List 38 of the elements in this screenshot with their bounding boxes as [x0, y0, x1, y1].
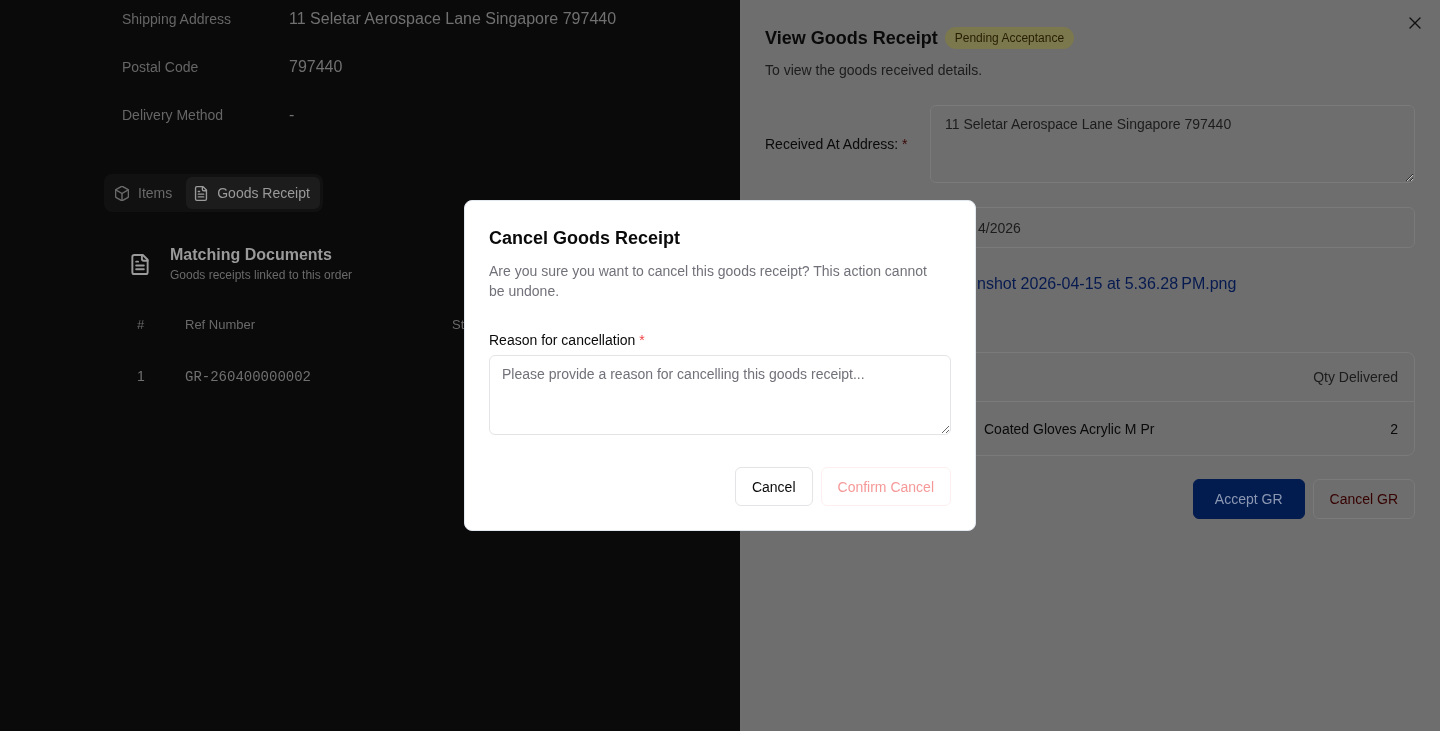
- table-cell-text: Coated Gloves Acrylic M Pr: [983, 420, 1155, 437]
- dialog-title: Cancel Goods Receipt: [489, 227, 682, 250]
- box-icon: [115, 185, 129, 201]
- field-label: Received At Address:: [765, 136, 899, 152]
- section-title: Matching Documents: [170, 246, 332, 264]
- cancel-button[interactable]: Cancel: [734, 467, 813, 506]
- status-badge: Pending Acceptance: [944, 27, 1075, 49]
- attachment-link[interactable]: nshot 2026-04-15 at 5.36.28 PM.png: [977, 275, 1237, 292]
- detail-label: Postal Code: [122, 59, 199, 75]
- detail-value: 11 Seletar Aerospace Lane Singapore 797440: [289, 10, 617, 28]
- column-header: #: [137, 317, 145, 332]
- detail-value: 797440: [289, 58, 343, 76]
- table-cell: 2: [1390, 420, 1398, 437]
- close-icon: [1409, 17, 1421, 29]
- column-header: St: [452, 317, 465, 332]
- dialog-message: Are you sure you want to cancel this goods receipt? This action cannot be undone.: [489, 262, 928, 301]
- required-mark: *: [639, 331, 645, 350]
- tab[interactable]: Goods Receipt: [186, 177, 320, 209]
- document-icon: [194, 185, 209, 201]
- table-cell: GR-260400000002: [185, 369, 312, 385]
- close-button[interactable]: [1409, 17, 1421, 29]
- panel-subtitle: To view the goods received details.: [765, 61, 984, 80]
- document-icon: [131, 253, 149, 275]
- reason-field[interactable]: Please provide a reason for cancelling this goods receipt...: [489, 355, 951, 435]
- field-label: Reason for cancellation: [489, 331, 636, 350]
- column-header: Ref Number: [185, 317, 256, 332]
- column-header: Qty Delivered: [1313, 369, 1398, 385]
- detail-label: Delivery Method: [122, 107, 224, 123]
- detail-label: Shipping Address: [122, 11, 231, 27]
- panel-title: View Goods Receipt: [765, 27, 938, 50]
- cancel-button[interactable]: Cancel GR: [1312, 479, 1415, 519]
- detail-value: -: [289, 106, 295, 124]
- section-subtitle: Goods receipts linked to this order: [170, 268, 353, 282]
- tab[interactable]: Items: [107, 177, 183, 209]
- accept-button[interactable]: Accept GR: [1192, 479, 1305, 519]
- required-mark: *: [902, 136, 908, 152]
- table-cell: 1: [137, 368, 145, 384]
- address-field[interactable]: 11 Seletar Aerospace Lane Singapore 797440: [930, 105, 1415, 183]
